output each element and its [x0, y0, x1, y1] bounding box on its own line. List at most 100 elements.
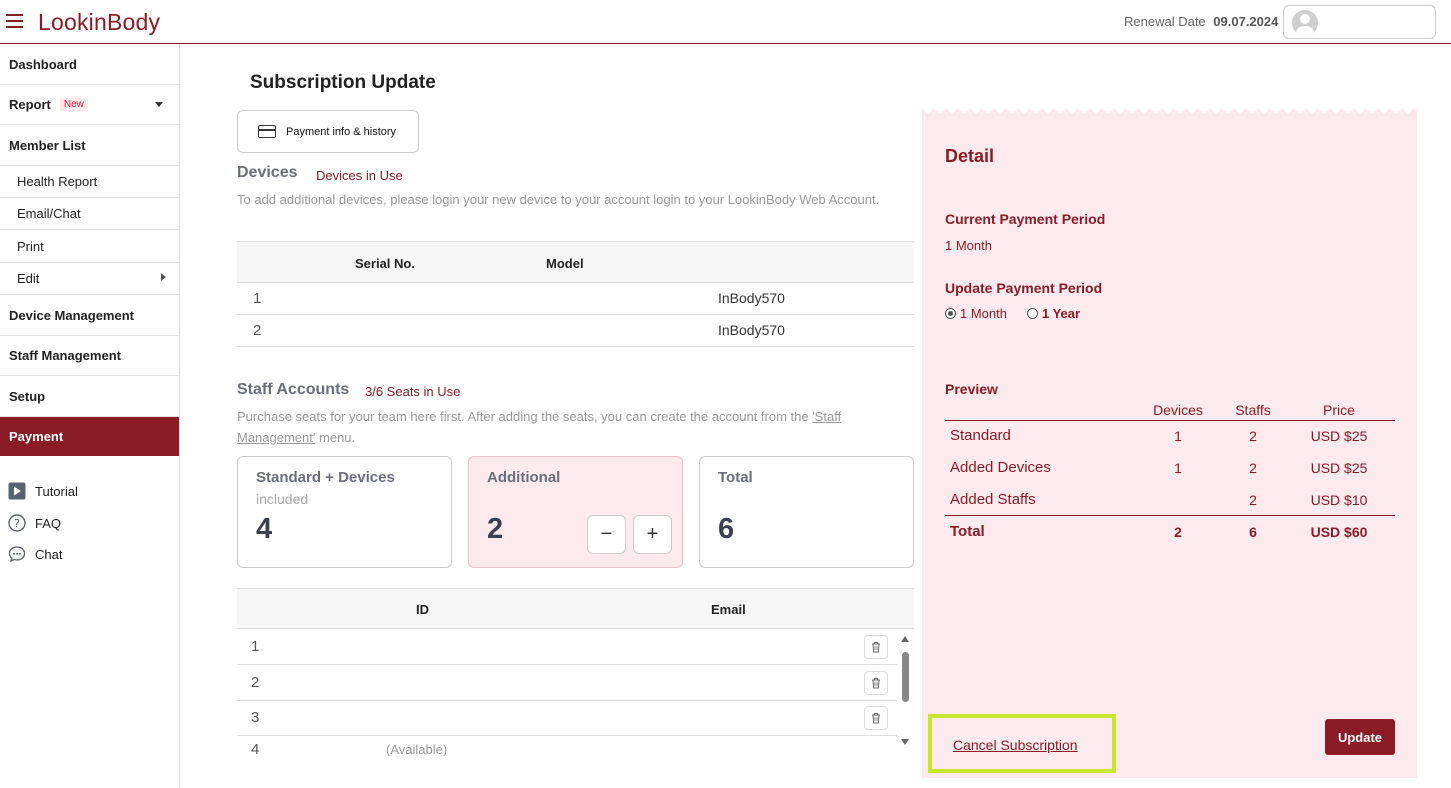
preview-row-devices: 1 — [1174, 460, 1182, 476]
sidebar-item-label: Report — [9, 97, 51, 112]
sidebar-item-print[interactable]: Print — [0, 230, 179, 263]
user-profile-button[interactable] — [1283, 5, 1436, 39]
cancel-subscription-link[interactable]: Cancel Subscription — [953, 737, 1078, 753]
sidebar-item-health-report[interactable]: Health Report — [0, 166, 179, 198]
preview-col-price: Price — [1323, 402, 1355, 418]
trash-icon[interactable] — [864, 706, 888, 730]
question-icon: ? — [8, 514, 26, 532]
chevron-down-icon — [155, 102, 163, 107]
table-row: 2 InBody570 — [237, 315, 914, 347]
preview-row-name: Added Staffs — [950, 491, 1036, 508]
sidebar-item-label: Dashboard — [9, 56, 77, 72]
table-row: 4 (Available) — [237, 736, 897, 756]
preview-col-staffs: Staffs — [1235, 402, 1271, 418]
staff-description-suffix: menu. — [315, 430, 356, 445]
row-index: 4 — [251, 741, 260, 756]
sidebar-item-staff-management[interactable]: Staff Management — [0, 336, 179, 376]
standard-seats-label: Standard + Devices — [256, 469, 395, 486]
help-item-faq[interactable]: ? FAQ — [8, 514, 61, 532]
app-logo[interactable]: LookinBody — [38, 9, 160, 36]
preview-row-name: Standard — [950, 427, 1011, 444]
standard-seats-sub: included — [256, 491, 309, 507]
staff-table-scrollbar[interactable] — [898, 632, 912, 752]
update-button[interactable]: Update — [1325, 719, 1395, 755]
devices-section-title: Devices — [237, 164, 298, 181]
trash-icon[interactable] — [864, 671, 888, 695]
standard-seats-card: Standard + Devices included 4 — [237, 456, 452, 568]
preview-row-price: USD $25 — [1310, 428, 1368, 444]
preview-total-devices: 2 — [1174, 524, 1182, 540]
sidebar-item-label: Device Management — [9, 307, 134, 323]
sidebar-item-setup[interactable]: Setup — [0, 376, 179, 417]
preview-row-name: Added Devices — [950, 459, 1051, 476]
sidebar-item-device-management[interactable]: Device Management — [0, 295, 179, 336]
sidebar-item-label: Payment — [9, 429, 64, 444]
sidebar-item-member-list[interactable]: Member List — [0, 125, 179, 166]
row-index: 1 — [251, 638, 260, 655]
sidebar-item-label: Health Report — [17, 174, 98, 189]
radio-1-year-label[interactable]: 1 Year — [1042, 306, 1080, 321]
sidebar-item-email-chat[interactable]: Email/Chat — [0, 198, 179, 230]
preview-row-staffs: 2 — [1249, 428, 1257, 444]
current-period-label: Current Payment Period — [945, 211, 1106, 227]
preview-row-price: USD $10 — [1310, 492, 1368, 508]
staff-table-header: ID Email — [237, 588, 914, 629]
renewal-label: Renewal Date — [1124, 14, 1206, 29]
help-item-chat[interactable]: Chat — [8, 545, 62, 563]
additional-seats-label: Additional — [487, 469, 561, 486]
scroll-down-icon[interactable] — [901, 739, 909, 745]
preview-col-devices: Devices — [1153, 402, 1203, 418]
update-period-label: Update Payment Period — [945, 280, 1103, 296]
help-item-tutorial[interactable]: Tutorial — [8, 482, 78, 500]
preview-label: Preview — [945, 381, 998, 397]
period-radio-group: 1 Month 1 Year — [945, 306, 1100, 321]
sidebar-item-label: Staff Management — [9, 348, 121, 363]
preview-row-staffs: 2 — [1249, 460, 1257, 476]
staff-section-title: Staff Accounts — [237, 381, 350, 398]
additional-seats-value: 2 — [487, 513, 504, 545]
table-row: 3 — [237, 701, 897, 736]
column-header-model: Model — [546, 256, 584, 271]
help-item-label: Tutorial — [35, 483, 78, 499]
total-seats-value: 6 — [718, 513, 735, 545]
devices-table-header: Serial No. Model — [237, 241, 914, 283]
table-row: 1 InBody570 — [237, 283, 914, 315]
detail-title: Detail — [945, 146, 995, 166]
column-header-serial: Serial No. — [355, 256, 415, 271]
renewal-date: Renewal Date 09.07.2024 — [1124, 14, 1278, 29]
row-index: 1 — [253, 290, 262, 307]
sidebar-item-payment[interactable]: Payment — [0, 417, 179, 456]
sidebar-item-label: Print — [17, 238, 44, 254]
increment-button[interactable]: + — [633, 515, 672, 554]
radio-1-month[interactable] — [945, 308, 956, 319]
radio-1-year[interactable] — [1026, 308, 1038, 319]
decrement-button[interactable]: − — [587, 515, 626, 554]
chevron-right-icon — [161, 273, 166, 281]
trash-icon[interactable] — [864, 635, 888, 659]
preview-row-price: USD $25 — [1310, 460, 1368, 476]
page-title: Subscription Update — [250, 72, 436, 93]
renewal-date-value: 09.07.2024 — [1213, 14, 1279, 29]
row-model: InBody570 — [718, 322, 785, 338]
current-period-value: 1 Month — [945, 238, 992, 253]
scroll-thumb[interactable] — [902, 652, 909, 702]
sidebar-item-label: Member List — [9, 137, 86, 153]
staff-seats-status: 3/6 Seats in Use — [365, 384, 461, 399]
sidebar-item-report[interactable]: Report New — [0, 85, 179, 125]
sidebar-item-dashboard[interactable]: Dashboard — [0, 44, 179, 85]
preview-row-staffs: 2 — [1249, 492, 1257, 508]
row-index: 2 — [251, 674, 260, 691]
preview-total-divider — [945, 515, 1395, 516]
total-seats-card: Total 6 — [699, 456, 914, 568]
standard-seats-value: 4 — [256, 513, 273, 545]
table-row: 2 — [237, 665, 897, 701]
preview-row-devices: 1 — [1174, 428, 1182, 444]
payment-info-history-button[interactable]: Payment info & history — [237, 110, 419, 153]
help-item-label: FAQ — [35, 515, 62, 531]
hamburger-menu-icon[interactable] — [6, 14, 23, 28]
chat-bubble-icon — [8, 545, 26, 563]
radio-1-month-label[interactable]: 1 Month — [960, 306, 1007, 321]
sidebar-item-edit[interactable]: Edit — [0, 263, 179, 295]
play-icon — [8, 482, 26, 500]
scroll-up-icon[interactable] — [901, 636, 909, 642]
